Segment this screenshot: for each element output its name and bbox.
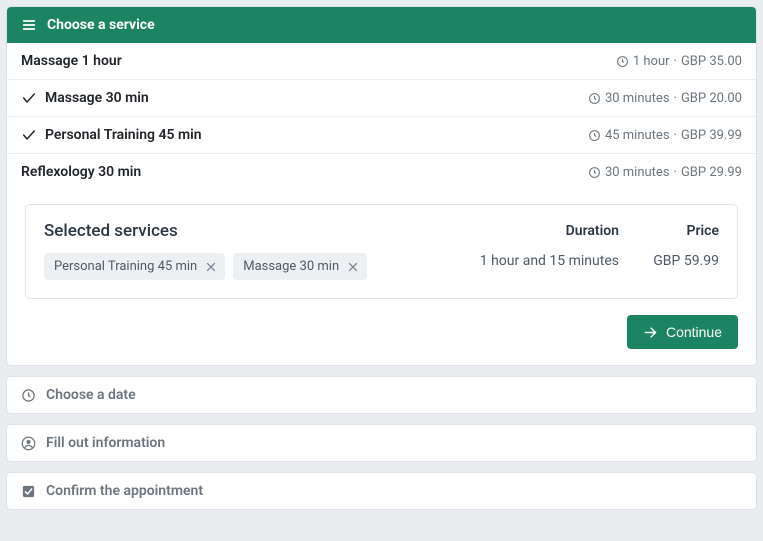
selected-chips: Personal Training 45 min Massage 30 min [44,253,470,280]
clock-icon [616,55,629,68]
service-price: GBP 20.00 [681,91,742,106]
price-value: GBP 59.99 [629,253,719,269]
panel-choose-service: Choose a service Massage 1 hour 1 hour ·… [6,6,757,366]
panel-choose-date[interactable]: Choose a date [6,376,757,414]
checkbox-icon [21,484,36,499]
arrow-right-icon [643,325,658,340]
service-list: Massage 1 hour 1 hour · GBP 35.00 Massag… [7,43,756,190]
close-icon[interactable] [205,261,217,273]
service-duration: 45 minutes [605,128,670,143]
service-meta: 30 minutes · GBP 20.00 [588,91,742,106]
service-name: Massage 1 hour [21,53,616,69]
chip-label: Massage 30 min [243,259,339,274]
service-row[interactable]: Reflexology 30 min 30 minutes · GBP 29.9… [7,154,756,190]
clock-icon [588,92,601,105]
service-duration: 30 minutes [605,91,670,106]
panel-title: Choose a date [46,387,136,403]
service-meta: 30 minutes · GBP 29.99 [588,165,742,180]
duration-value: 1 hour and 15 minutes [480,253,619,269]
panel-header-fill-info: Fill out information [7,425,756,461]
price-label: Price [629,223,719,239]
service-row[interactable]: Massage 30 min 30 minutes · GBP 20.00 [7,80,756,117]
continue-label: Continue [666,324,722,340]
service-meta: 1 hour · GBP 35.00 [616,54,742,69]
check-icon [21,127,45,143]
user-icon [21,436,36,451]
service-price: GBP 29.99 [681,165,742,180]
panel-header-choose-date: Choose a date [7,377,756,413]
service-meta: 45 minutes · GBP 39.99 [588,128,742,143]
panel-confirm[interactable]: Confirm the appointment [6,472,757,510]
summary-price: Price GBP 59.99 [629,221,719,280]
service-duration: 30 minutes [605,165,670,180]
selected-chip: Massage 30 min [233,253,367,280]
panel-fill-info[interactable]: Fill out information [6,424,757,462]
selected-chip: Personal Training 45 min [44,253,225,280]
summary-duration: Duration 1 hour and 15 minutes [480,221,619,280]
panel-header-confirm: Confirm the appointment [7,473,756,509]
close-icon[interactable] [347,261,359,273]
list-icon [21,17,37,33]
panel-title: Choose a service [47,17,155,33]
duration-label: Duration [480,223,619,239]
service-name: Personal Training 45 min [45,127,588,143]
clock-icon [588,129,601,142]
panel-title: Fill out information [46,435,165,451]
service-price: GBP 35.00 [681,54,742,69]
check-icon [21,90,45,106]
service-row[interactable]: Personal Training 45 min 45 minutes · GB… [7,117,756,154]
service-duration: 1 hour [633,54,670,69]
continue-button[interactable]: Continue [627,315,738,349]
service-price: GBP 39.99 [681,128,742,143]
chip-label: Personal Training 45 min [54,259,197,274]
service-row[interactable]: Massage 1 hour 1 hour · GBP 35.00 [7,43,756,80]
clock-icon [21,388,36,403]
selected-services-card: Selected services Personal Training 45 m… [25,204,738,299]
service-name: Reflexology 30 min [21,164,588,180]
panel-header-choose-service: Choose a service [7,7,756,43]
clock-icon [588,166,601,179]
selected-services-title: Selected services [44,221,470,241]
service-name: Massage 30 min [45,90,588,106]
panel-title: Confirm the appointment [46,483,203,499]
